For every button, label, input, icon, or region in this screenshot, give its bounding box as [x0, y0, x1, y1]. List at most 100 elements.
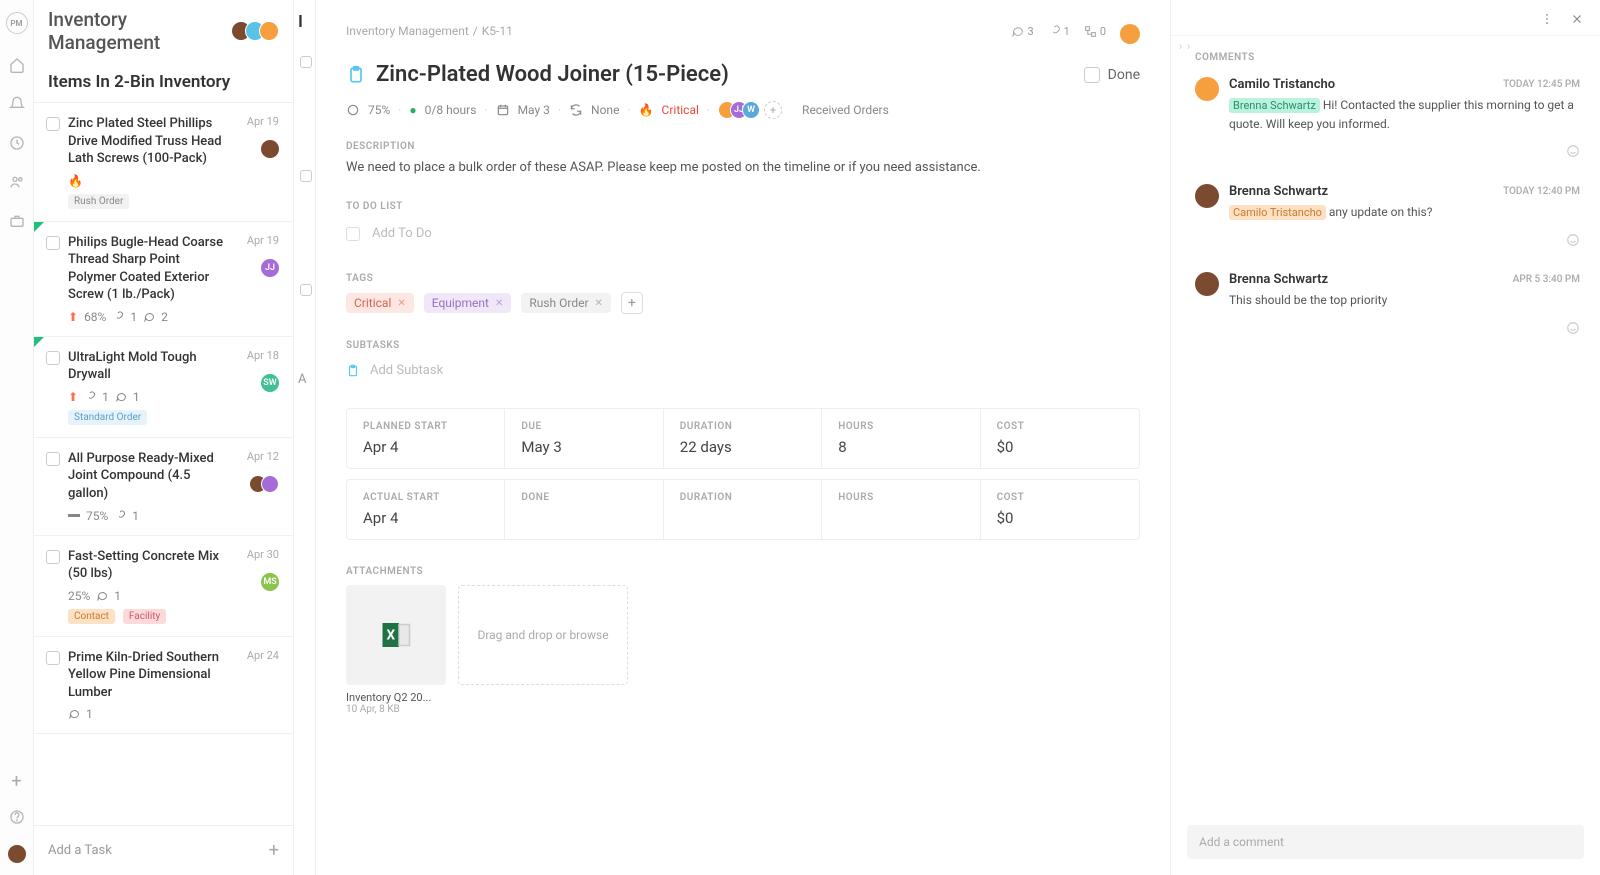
- task-checkbox[interactable]: [46, 452, 60, 466]
- task-checkbox[interactable]: [46, 117, 60, 131]
- add-task-row[interactable]: Add a Task +: [34, 825, 293, 875]
- briefcase-icon[interactable]: [9, 210, 25, 229]
- close-icon[interactable]: [1570, 8, 1584, 27]
- add-comment-input[interactable]: Add a comment: [1187, 825, 1584, 859]
- remove-icon[interactable]: ✕: [595, 298, 603, 309]
- due-date[interactable]: May 3: [521, 438, 646, 456]
- add-subtask[interactable]: Add Subtask: [346, 359, 1140, 382]
- progress-pct[interactable]: 75%: [368, 103, 390, 117]
- clipboard-icon: [346, 363, 360, 378]
- comment-author: Brenna Schwartz: [1229, 184, 1328, 199]
- hours[interactable]: 8: [838, 438, 963, 456]
- description-text[interactable]: We need to place a bulk order of these A…: [346, 160, 1140, 175]
- subtasks-count[interactable]: 0: [1084, 25, 1106, 38]
- add-assignee[interactable]: +: [764, 101, 782, 119]
- task-row[interactable]: Fast-Setting Concrete Mix (50 lbs) 25% 1…: [34, 536, 293, 637]
- calendar-icon: [496, 103, 510, 118]
- task-row[interactable]: All Purpose Ready-Mixed Joint Compound (…: [34, 438, 293, 536]
- comment-author: Brenna Schwartz: [1229, 272, 1328, 287]
- comment: Camilo TristanchoTODAY 12:45 PM Brenna S…: [1195, 77, 1580, 160]
- react-icon[interactable]: [1566, 141, 1580, 160]
- add-todo[interactable]: Add To Do: [346, 220, 1140, 247]
- link-count: 1: [130, 310, 137, 324]
- assignee-avatar[interactable]: W: [742, 101, 760, 119]
- cost[interactable]: $0: [997, 438, 1123, 456]
- comment-avatar: [1195, 272, 1219, 296]
- task-date: Apr 19: [247, 234, 279, 247]
- collapse-icon[interactable]: › ›: [1179, 40, 1191, 53]
- nav-rail: PM +: [0, 0, 34, 875]
- user-avatar[interactable]: [8, 845, 26, 863]
- react-icon[interactable]: [1566, 229, 1580, 248]
- link-icon: [84, 391, 96, 403]
- due-date[interactable]: May 3: [518, 103, 550, 117]
- assignee-avatar: JJ: [261, 259, 279, 277]
- task-row[interactable]: Philips Bugle-Head Coarse Thread Sharp P…: [34, 222, 293, 337]
- clock-icon[interactable]: [9, 132, 25, 151]
- comment: Brenna Schwartz TODAY 12:40 PM Camilo Tri…: [1195, 184, 1580, 249]
- comment-count: 1: [86, 707, 93, 721]
- section-label: Tags: [346, 273, 1140, 284]
- flame-icon: 🔥: [68, 174, 83, 188]
- assignee-avatar: SW: [261, 374, 279, 392]
- actual-start[interactable]: Apr 4: [363, 509, 488, 527]
- mention[interactable]: Brenna Schwartz: [1229, 98, 1320, 113]
- repeat[interactable]: None: [591, 103, 619, 117]
- task-checkbox[interactable]: [46, 351, 60, 365]
- phase[interactable]: Received Orders: [802, 103, 889, 117]
- more-icon[interactable]: [1540, 8, 1554, 27]
- crumb-key[interactable]: K5-11: [482, 24, 513, 38]
- task-date: Apr 12: [247, 450, 279, 463]
- tag-pill[interactable]: Equipment✕: [424, 293, 512, 313]
- excel-icon: X: [346, 585, 446, 685]
- add-task-label: Add a Task: [48, 843, 112, 858]
- project-avatars[interactable]: [237, 21, 279, 41]
- app-logo[interactable]: PM: [6, 12, 28, 34]
- assignee-avatar[interactable]: [1120, 24, 1140, 44]
- remove-icon[interactable]: ✕: [495, 298, 503, 309]
- tag-pill[interactable]: Rush Order✕: [521, 293, 611, 313]
- actual-grid: Actual StartApr 4 Done Duration Hours Co…: [346, 479, 1140, 540]
- task-tag: Facility: [123, 609, 166, 624]
- task-date: Apr 30: [247, 548, 279, 561]
- remove-icon[interactable]: ✕: [397, 298, 405, 309]
- task-row[interactable]: Zinc Plated Steel Phillips Drive Modifie…: [34, 103, 293, 222]
- comment-text: Camilo Tristancho any update on this?: [1229, 203, 1580, 222]
- section-label: Description: [346, 141, 1140, 152]
- task-checkbox[interactable]: [46, 550, 60, 564]
- planned-start[interactable]: Apr 4: [363, 438, 488, 456]
- next-list-peek: I A: [294, 0, 316, 875]
- task-checkbox[interactable]: [46, 651, 60, 665]
- hours[interactable]: 0/8 hours: [425, 103, 477, 117]
- add-tag[interactable]: +: [621, 292, 643, 314]
- react-icon[interactable]: [1566, 317, 1580, 336]
- home-icon[interactable]: [9, 54, 25, 73]
- crumb-project[interactable]: Inventory Management: [346, 24, 469, 38]
- tag-pill[interactable]: Critical✕: [346, 293, 414, 313]
- people-icon[interactable]: [9, 171, 25, 190]
- mention[interactable]: Camilo Tristancho: [1229, 205, 1326, 220]
- arrow-up-icon: ⬆: [68, 390, 78, 404]
- task-row[interactable]: UltraLight Mold Tough Drywall ⬆ 1 1 Stan…: [34, 337, 293, 438]
- bell-icon[interactable]: [9, 93, 25, 112]
- add-icon[interactable]: +: [11, 771, 21, 792]
- dropzone[interactable]: Drag and drop or browse: [458, 585, 628, 685]
- link-count: 1: [102, 390, 109, 404]
- help-icon[interactable]: [9, 806, 25, 825]
- links-count[interactable]: 1: [1048, 25, 1070, 38]
- task-tag: Standard Order: [68, 410, 147, 425]
- task-row[interactable]: Prime Kiln-Dried Southern Yellow Pine Di…: [34, 637, 293, 735]
- plus-icon: +: [269, 840, 279, 861]
- comment-time: TODAY 12:40 PM: [1503, 186, 1580, 197]
- attachment-card[interactable]: X Inventory Q2 20... 10 Apr, 8 KB: [346, 585, 446, 715]
- task-pct: 68%: [84, 310, 106, 324]
- done-checkbox[interactable]: Done: [1084, 67, 1140, 83]
- actual-cost[interactable]: $0: [997, 509, 1123, 527]
- comments-count[interactable]: 3: [1011, 25, 1033, 38]
- list-header: Items In 2-Bin Inventory: [34, 62, 293, 103]
- priority[interactable]: Critical: [662, 103, 699, 117]
- svg-text:X: X: [386, 628, 395, 644]
- attachment-meta: 10 Apr, 8 KB: [346, 704, 446, 715]
- sidebar: Inventory Management Items In 2-Bin Inve…: [34, 0, 294, 875]
- task-checkbox[interactable]: [46, 236, 60, 250]
